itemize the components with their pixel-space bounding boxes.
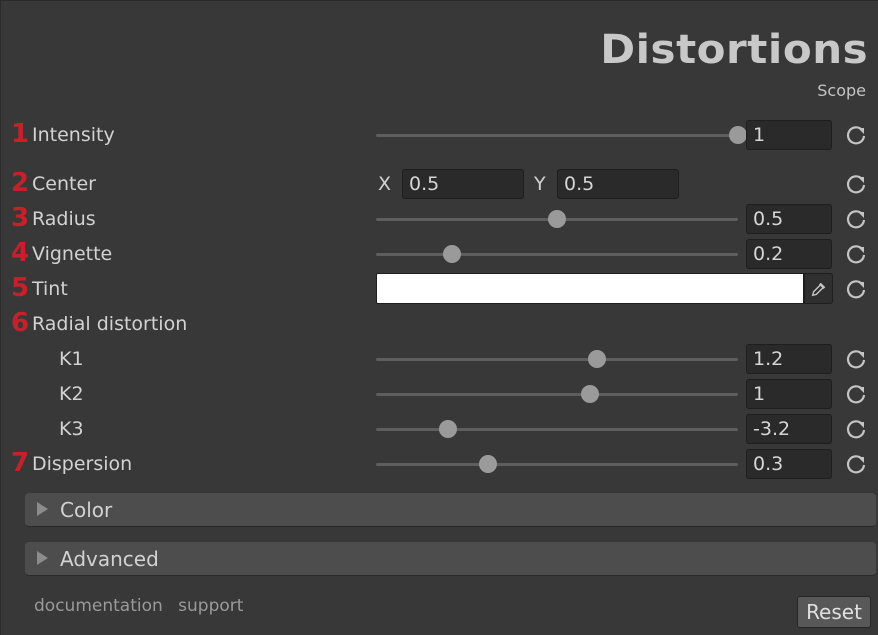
color-foldout-label: Color bbox=[60, 498, 113, 522]
reset-icon[interactable] bbox=[845, 124, 867, 146]
intensity-input[interactable]: 1 bbox=[746, 120, 832, 150]
footer-links: documentation support bbox=[34, 596, 253, 616]
number-badge: 7 bbox=[10, 448, 30, 478]
reset-icon[interactable] bbox=[845, 453, 867, 475]
intensity-slider-track[interactable] bbox=[376, 134, 738, 137]
radius-row: 3 Radius 0.5 bbox=[1, 203, 878, 235]
radial-distortion-label: Radial distortion bbox=[32, 313, 188, 335]
reset-icon[interactable] bbox=[845, 418, 867, 440]
center-row: 2 Center X 0.5 Y 0.5 bbox=[1, 168, 878, 200]
vignette-slider-knob[interactable] bbox=[443, 245, 462, 263]
k1-row: K1 1.2 bbox=[1, 343, 878, 375]
k3-input[interactable]: -3.2 bbox=[746, 414, 832, 444]
intensity-row: 1 Intensity 1 bbox=[1, 119, 878, 151]
center-x-input[interactable]: 0.5 bbox=[402, 169, 524, 199]
k2-slider-knob[interactable] bbox=[580, 385, 599, 403]
number-badge: 1 bbox=[10, 119, 30, 149]
reset-icon[interactable] bbox=[845, 383, 867, 405]
number-badge: 6 bbox=[10, 308, 30, 338]
reset-icon[interactable] bbox=[845, 278, 867, 300]
dispersion-input[interactable]: 0.3 bbox=[746, 449, 832, 479]
documentation-link[interactable]: documentation bbox=[34, 596, 163, 616]
k3-label: K3 bbox=[59, 418, 84, 440]
k2-slider-track[interactable] bbox=[376, 393, 738, 396]
k2-input[interactable]: 1 bbox=[746, 379, 832, 409]
k1-label: K1 bbox=[59, 348, 84, 370]
number-badge: 2 bbox=[10, 168, 30, 198]
center-y-label: Y bbox=[534, 173, 546, 195]
page-title: Distortions bbox=[600, 27, 868, 73]
color-foldout[interactable]: Color bbox=[25, 493, 876, 527]
intensity-label: Intensity bbox=[32, 124, 115, 146]
center-x-label: X bbox=[378, 173, 392, 195]
triangle-right-icon bbox=[37, 502, 48, 516]
center-label: Center bbox=[32, 173, 96, 195]
radius-slider-knob[interactable] bbox=[548, 210, 566, 228]
advanced-foldout-label: Advanced bbox=[60, 547, 159, 571]
number-badge: 3 bbox=[10, 203, 30, 233]
vignette-input[interactable]: 0.2 bbox=[746, 239, 832, 269]
eyedropper-icon bbox=[811, 282, 826, 297]
reset-icon[interactable] bbox=[845, 243, 867, 265]
k3-slider-knob[interactable] bbox=[439, 420, 458, 438]
reset-icon[interactable] bbox=[845, 173, 867, 195]
k2-row: K2 1 bbox=[1, 378, 878, 410]
tint-color-field[interactable] bbox=[376, 273, 804, 304]
vignette-row: 4 Vignette 0.2 bbox=[1, 238, 878, 270]
inspector-panel: Distortions Scope 1 Intensity 1 2 Center… bbox=[0, 0, 878, 635]
radius-input[interactable]: 0.5 bbox=[746, 204, 832, 234]
k1-slider-knob[interactable] bbox=[587, 350, 606, 368]
reset-icon[interactable] bbox=[845, 208, 867, 230]
k3-row: K3 -3.2 bbox=[1, 413, 878, 445]
k1-input[interactable]: 1.2 bbox=[746, 344, 832, 374]
number-badge: 4 bbox=[10, 238, 30, 268]
vignette-slider-track[interactable] bbox=[376, 253, 738, 256]
scope-label: Scope bbox=[817, 81, 866, 100]
intensity-slider-knob[interactable] bbox=[729, 126, 747, 144]
vignette-label: Vignette bbox=[32, 243, 113, 265]
support-link[interactable]: support bbox=[178, 596, 243, 616]
advanced-foldout[interactable]: Advanced bbox=[25, 542, 876, 576]
k3-slider-track[interactable] bbox=[376, 428, 738, 431]
dispersion-label: Dispersion bbox=[32, 453, 133, 475]
number-badge: 5 bbox=[10, 273, 30, 303]
reset-icon[interactable] bbox=[845, 348, 867, 370]
reset-button[interactable]: Reset bbox=[797, 596, 871, 628]
tint-label: Tint bbox=[32, 278, 68, 300]
tint-row: 5 Tint bbox=[1, 273, 878, 305]
radial-distortion-row: 6 Radial distortion bbox=[1, 308, 878, 340]
radius-label: Radius bbox=[32, 208, 96, 230]
center-y-input[interactable]: 0.5 bbox=[557, 169, 679, 199]
eyedropper-button[interactable] bbox=[804, 273, 833, 304]
k2-label: K2 bbox=[59, 383, 84, 405]
triangle-right-icon bbox=[37, 551, 48, 565]
dispersion-slider-track[interactable] bbox=[376, 463, 738, 466]
k1-slider-track[interactable] bbox=[376, 358, 738, 361]
dispersion-slider-knob[interactable] bbox=[479, 455, 498, 473]
dispersion-row: 7 Dispersion 0.3 bbox=[1, 448, 878, 480]
